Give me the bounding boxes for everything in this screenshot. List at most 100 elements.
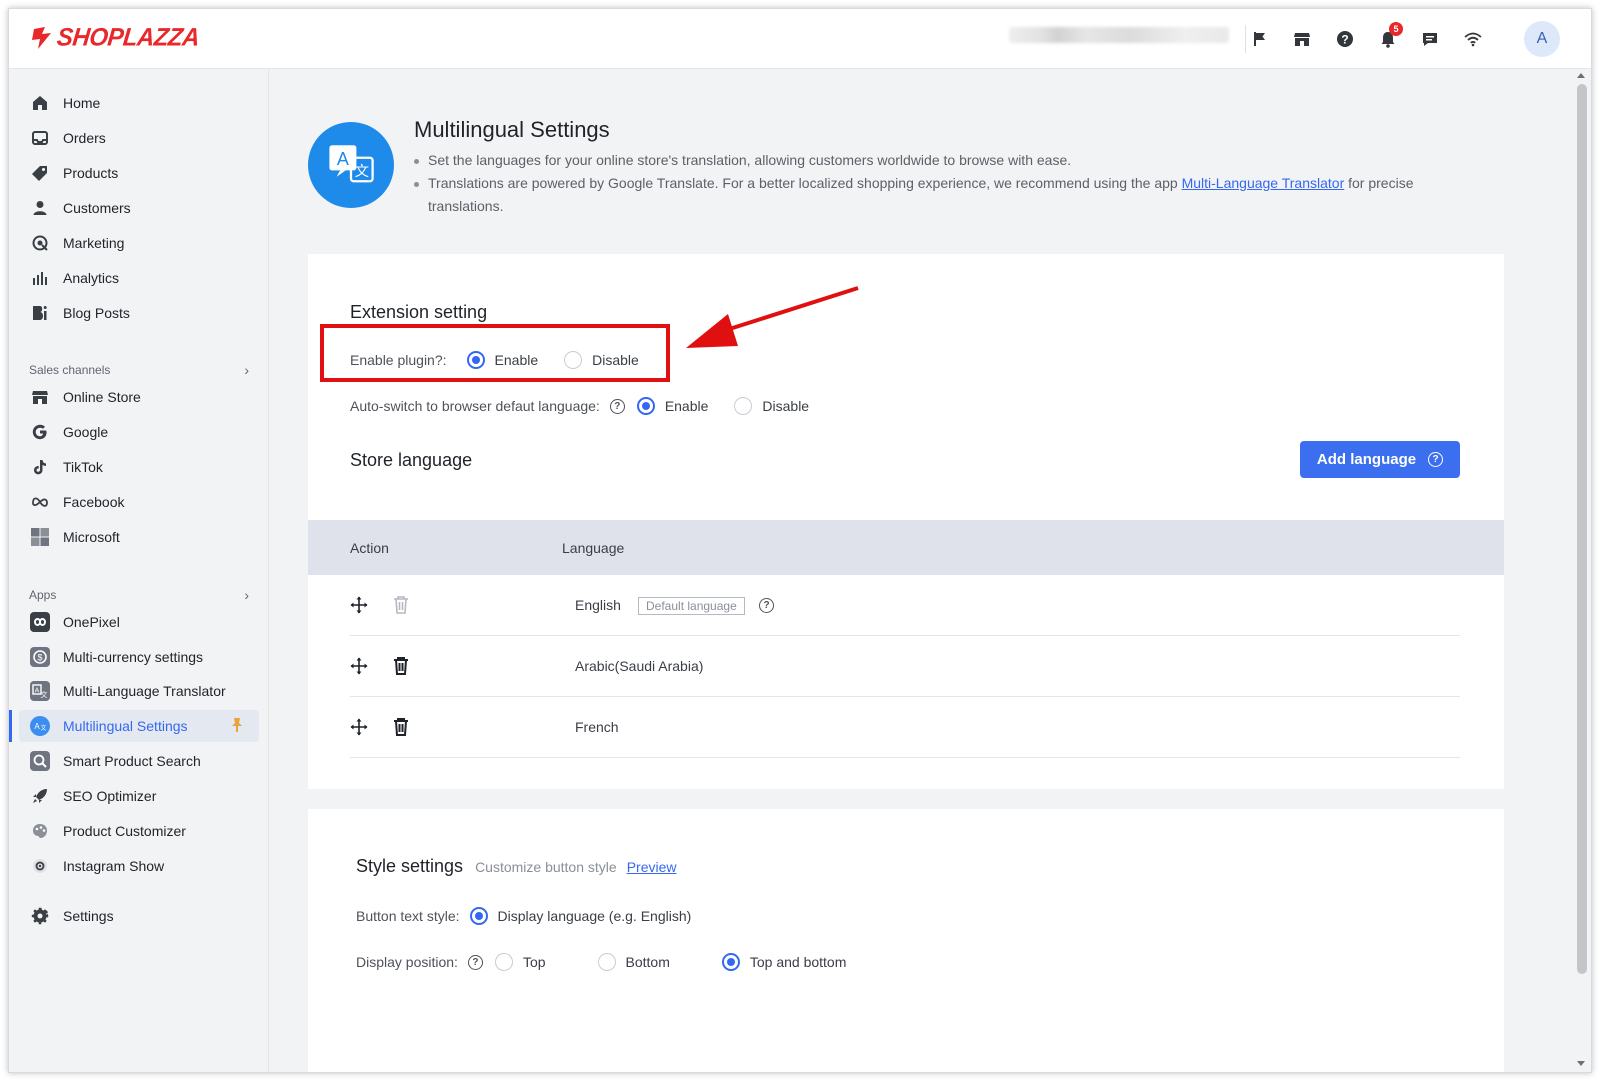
sidebar-item-settings[interactable]: Settings — [19, 900, 259, 932]
svg-text:A: A — [35, 688, 40, 695]
chevron-right-icon[interactable]: › — [244, 587, 249, 603]
position-top-radio[interactable]: Top — [494, 953, 546, 971]
option-label: Top — [522, 954, 546, 970]
sidebar-item-microsoft[interactable]: Microsoft — [19, 521, 259, 553]
annotation-arrow-icon — [686, 286, 859, 348]
radio-unchecked[interactable] — [597, 953, 616, 971]
sidebar-item-instagram-show[interactable]: Instagram Show — [19, 850, 259, 882]
multi-language-translator-link[interactable]: Multi-Language Translator — [1182, 175, 1345, 191]
app-window: SHOPLAZZA ? 5 A Home Orders Products Cus… — [8, 8, 1592, 1073]
sidebar-item-products[interactable]: Products — [19, 157, 259, 189]
language-table-header: Action Language — [308, 520, 1504, 575]
wifi-icon[interactable] — [1460, 26, 1486, 52]
sidebar-item-multi-language-translator[interactable]: A文 Multi-Language Translator — [19, 675, 259, 707]
sidebar-item-orders[interactable]: Orders — [19, 122, 259, 154]
radio-unchecked[interactable] — [494, 953, 513, 971]
help-icon[interactable]: ? — [609, 398, 625, 414]
trash-icon[interactable] — [392, 656, 410, 676]
orders-icon — [29, 127, 51, 149]
avatar[interactable]: A — [1524, 21, 1560, 57]
marketing-icon — [29, 232, 51, 254]
store-icon — [29, 386, 51, 408]
auto-switch-enable-radio[interactable]: Enable — [636, 397, 708, 415]
description-item: Set the languages for your online store'… — [410, 149, 1470, 172]
sidebar-item-label: Settings — [63, 908, 114, 924]
sidebar-item-tiktok[interactable]: TikTok — [19, 451, 259, 483]
button-text-style-radio[interactable]: Display language (e.g. English) — [469, 907, 691, 925]
table-row: English Default language ? — [350, 575, 1460, 636]
add-language-button[interactable]: Add language ? — [1300, 441, 1460, 478]
sidebar-item-online-store[interactable]: Online Store — [19, 381, 259, 413]
bell-icon[interactable]: 5 — [1375, 22, 1403, 52]
analytics-icon — [29, 267, 51, 289]
language-name: Arabic(Saudi Arabia) — [575, 658, 704, 674]
sidebar-item-product-customizer[interactable]: Product Customizer — [19, 815, 259, 847]
section-label: Sales channels — [29, 363, 111, 377]
gear-icon — [29, 905, 51, 927]
sidebar-item-facebook[interactable]: Facebook — [19, 486, 259, 518]
extension-setting-title: Extension setting — [350, 302, 488, 322]
sidebar-item-label: Multi-currency settings — [63, 649, 204, 665]
radio-unchecked[interactable] — [734, 397, 753, 415]
chevron-right-icon[interactable]: › — [244, 362, 249, 378]
chat-icon[interactable] — [1417, 26, 1443, 52]
sidebar: Home Orders Products Customers Marketing… — [9, 69, 269, 1072]
sidebar-item-label: Multilingual Settings — [63, 718, 188, 734]
button-text-style-row: Button text style: Display language (e.g… — [356, 907, 691, 925]
preview-link[interactable]: Preview — [627, 859, 677, 875]
sidebar-section-apps[interactable]: Apps › — [29, 587, 249, 603]
radio-checked[interactable] — [469, 907, 488, 925]
sidebar-item-google[interactable]: Google — [19, 416, 259, 448]
help-icon[interactable]: ? — [759, 598, 774, 613]
help-icon[interactable]: ? — [467, 954, 483, 970]
radio-checked[interactable] — [721, 953, 740, 971]
sidebar-item-label: Smart Product Search — [63, 753, 201, 769]
help-icon: ? — [1428, 452, 1444, 467]
table-row: Arabic(Saudi Arabia) — [350, 636, 1460, 697]
sidebar-item-analytics[interactable]: Analytics — [19, 262, 259, 294]
sidebar-item-label: Home — [63, 95, 101, 111]
store-icon[interactable] — [1289, 26, 1315, 52]
store-name-blurred[interactable] — [1009, 27, 1229, 43]
auto-switch-row: Auto-switch to browser defaut language: … — [350, 397, 809, 415]
divider — [1245, 25, 1246, 53]
position-bottom-radio[interactable]: Bottom — [597, 953, 670, 971]
language-name: English — [575, 597, 621, 613]
brand-name: SHOPLAZZA — [55, 23, 201, 52]
drag-handle-icon[interactable] — [350, 718, 368, 736]
position-top-and-bottom-radio[interactable]: Top and bottom — [721, 953, 846, 971]
radio-checked[interactable] — [636, 397, 655, 415]
pin-icon[interactable] — [229, 717, 245, 733]
sidebar-item-label: Products — [63, 165, 119, 181]
store-language-title: Store language — [350, 450, 473, 470]
scroll-down-arrow[interactable] — [1577, 1061, 1585, 1066]
sidebar-item-multilingual-settings[interactable]: A文 Multilingual Settings — [9, 710, 259, 742]
sidebar-item-marketing[interactable]: Marketing — [19, 227, 259, 259]
scrollbar[interactable] — [1577, 84, 1587, 974]
sidebar-item-blog-posts[interactable]: Blog Posts — [19, 297, 259, 329]
sidebar-item-label: Microsoft — [63, 529, 120, 545]
scroll-up-arrow[interactable] — [1577, 73, 1585, 78]
sidebar-item-label: Marketing — [63, 235, 125, 251]
sidebar-section-sales-channels[interactable]: Sales channels › — [29, 362, 249, 378]
sidebar-item-label: SEO Optimizer — [63, 788, 157, 804]
sidebar-item-smart-product-search[interactable]: Smart Product Search — [19, 745, 259, 777]
home-icon — [29, 92, 51, 114]
sidebar-item-seo-optimizer[interactable]: SEO Optimizer — [19, 780, 259, 812]
sidebar-item-customers[interactable]: Customers — [19, 192, 259, 224]
tiktok-icon — [29, 456, 51, 478]
help-circle-icon[interactable]: ? — [1332, 26, 1358, 52]
svg-text:文: 文 — [40, 724, 46, 732]
trash-icon[interactable] — [392, 717, 410, 737]
meta-icon — [29, 491, 51, 513]
drag-handle-icon[interactable] — [350, 657, 368, 675]
sidebar-item-label: Customers — [63, 200, 131, 216]
instagram-icon — [29, 855, 51, 877]
flag-icon[interactable] — [1247, 26, 1273, 52]
sidebar-item-multi-currency[interactable]: $ Multi-currency settings — [19, 641, 259, 673]
sidebar-item-home[interactable]: Home — [19, 87, 259, 119]
sidebar-item-onepixel[interactable]: OnePixel — [19, 606, 259, 638]
shoplazza-logo[interactable]: SHOPLAZZA — [29, 23, 201, 52]
drag-handle-icon[interactable] — [350, 596, 368, 614]
auto-switch-disable-radio[interactable]: Disable — [734, 397, 809, 415]
